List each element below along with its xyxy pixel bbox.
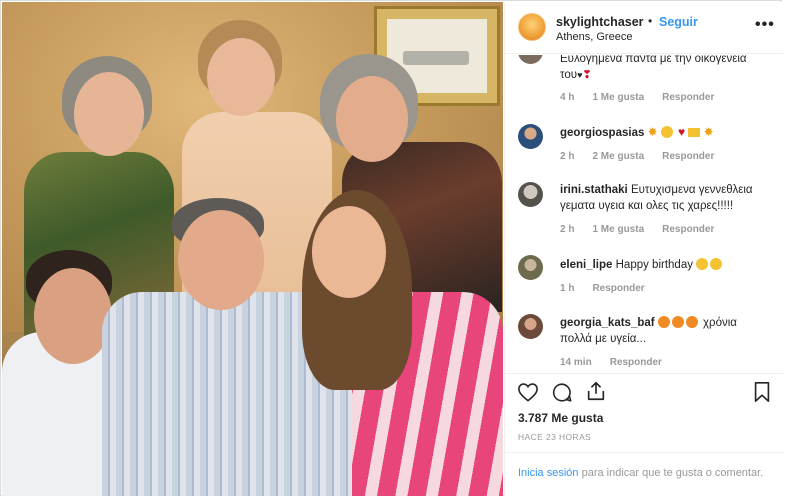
commenter-avatar[interactable]	[518, 124, 543, 149]
comment-username[interactable]: georgia_kats_baf	[560, 317, 655, 329]
comment-text: Ευλογημενα παντα με την οικογενεια του♥❣	[560, 55, 747, 81]
heart-eyes-emoji-icon	[685, 316, 698, 328]
reply-button[interactable]: Responder	[662, 224, 714, 235]
heart-eyes-emoji-icon	[657, 316, 670, 328]
red-heart-emoji-icon: ♥	[678, 125, 686, 139]
comment-meta: 14 min Responder	[560, 357, 680, 368]
comment-meta: 1 h Responder	[560, 283, 663, 294]
post-container: skylightchaser • Seguir Athens, Greece •…	[0, 0, 783, 496]
user-avatar[interactable]	[518, 13, 546, 41]
comment-icon[interactable]	[551, 382, 573, 408]
smiling-emoji-icon	[710, 258, 723, 270]
comment-time[interactable]: 2 h	[560, 224, 574, 235]
photo-person-2-face	[207, 38, 275, 116]
comment-time[interactable]: 4 h	[560, 92, 574, 103]
post-header: skylightchaser • Seguir Athens, Greece •…	[505, 2, 783, 54]
comment-text: georgiospasias ✸ ♥ ✸	[560, 124, 775, 141]
comment-text: georgia_kats_baf χρόνια πολλά με υγεία..…	[560, 316, 737, 345]
heart-icon[interactable]	[517, 382, 539, 407]
post-photo[interactable]	[2, 2, 503, 496]
reply-button[interactable]: Responder	[662, 92, 714, 103]
comment-time[interactable]: 1 h	[560, 283, 574, 294]
post-side-panel: skylightchaser • Seguir Athens, Greece •…	[504, 2, 783, 496]
red-heart-emoji-icon: ❣	[582, 69, 592, 81]
heart-eyes-emoji-icon	[671, 316, 684, 328]
reply-button[interactable]: Responder	[662, 151, 714, 162]
crown-emoji-icon	[688, 128, 701, 137]
separator-dot: •	[648, 14, 653, 28]
follow-button[interactable]: Seguir	[659, 15, 698, 29]
share-icon[interactable]	[585, 380, 607, 407]
comment-meta: 4 h 1 Me gusta Responder	[560, 92, 732, 103]
bookmark-icon[interactable]	[753, 381, 771, 408]
photo-person-6-face	[312, 206, 386, 298]
commenter-avatar[interactable]	[518, 182, 543, 207]
likes-count[interactable]: 3.787 Me gusta	[518, 411, 603, 425]
post-actions: 3.787 Me gusta HACE 23 HORAS Inicia sesi…	[505, 373, 783, 496]
comment-username[interactable]: irini.stathaki	[560, 184, 628, 196]
wink-kiss-emoji-icon	[660, 126, 673, 138]
post-location[interactable]: Athens, Greece	[556, 31, 632, 43]
clapping-emoji-icon: ✸	[647, 125, 658, 139]
post-username[interactable]: skylightchaser	[556, 15, 644, 29]
login-prompt: Inicia sesión para indicar que te gusta …	[505, 452, 783, 497]
comment-likes[interactable]: 1 Me gusta	[592, 224, 644, 235]
photo-person-5-face	[178, 210, 264, 310]
clapping-emoji-icon: ✸	[703, 125, 714, 139]
page: skylightchaser • Seguir Athens, Greece •…	[0, 0, 801, 500]
comment-meta: 2 h 2 Me gusta Responder	[560, 151, 732, 162]
comment-time[interactable]: 2 h	[560, 151, 574, 162]
commenter-avatar[interactable]	[518, 255, 543, 280]
comments-list: Ευλογημενα παντα με την οικογενεια του♥❣…	[505, 55, 783, 373]
smiling-emoji-icon	[696, 258, 709, 270]
photo-person-4-face	[34, 268, 112, 364]
commenter-avatar[interactable]	[518, 55, 543, 64]
comment-username[interactable]: georgiospasias	[560, 127, 644, 139]
reply-button[interactable]: Responder	[592, 283, 644, 294]
comment-likes[interactable]: 2 Me gusta	[592, 151, 644, 162]
comment-username[interactable]: eleni_lipe	[560, 259, 612, 271]
post-time-ago[interactable]: HACE 23 HORAS	[518, 432, 591, 442]
login-link[interactable]: Inicia sesión	[518, 467, 579, 479]
photo-person-3-face	[336, 76, 408, 162]
comment-text: eleni_lipe Happy birthday	[560, 257, 775, 273]
login-prompt-text: Inicia sesión para indicar que te gusta …	[518, 467, 764, 479]
commenter-avatar[interactable]	[518, 314, 543, 339]
photo-person-1-face	[74, 72, 144, 156]
more-options-icon[interactable]: •••	[755, 16, 775, 34]
reply-button[interactable]: Responder	[610, 357, 662, 368]
comment-meta: 2 h 1 Me gusta Responder	[560, 224, 732, 235]
comment-time[interactable]: 14 min	[560, 357, 592, 368]
comment-text: irini.stathaki Ευτυχισμενα γεννεθλεια γε…	[560, 184, 753, 212]
comment-likes[interactable]: 1 Me gusta	[592, 92, 644, 103]
